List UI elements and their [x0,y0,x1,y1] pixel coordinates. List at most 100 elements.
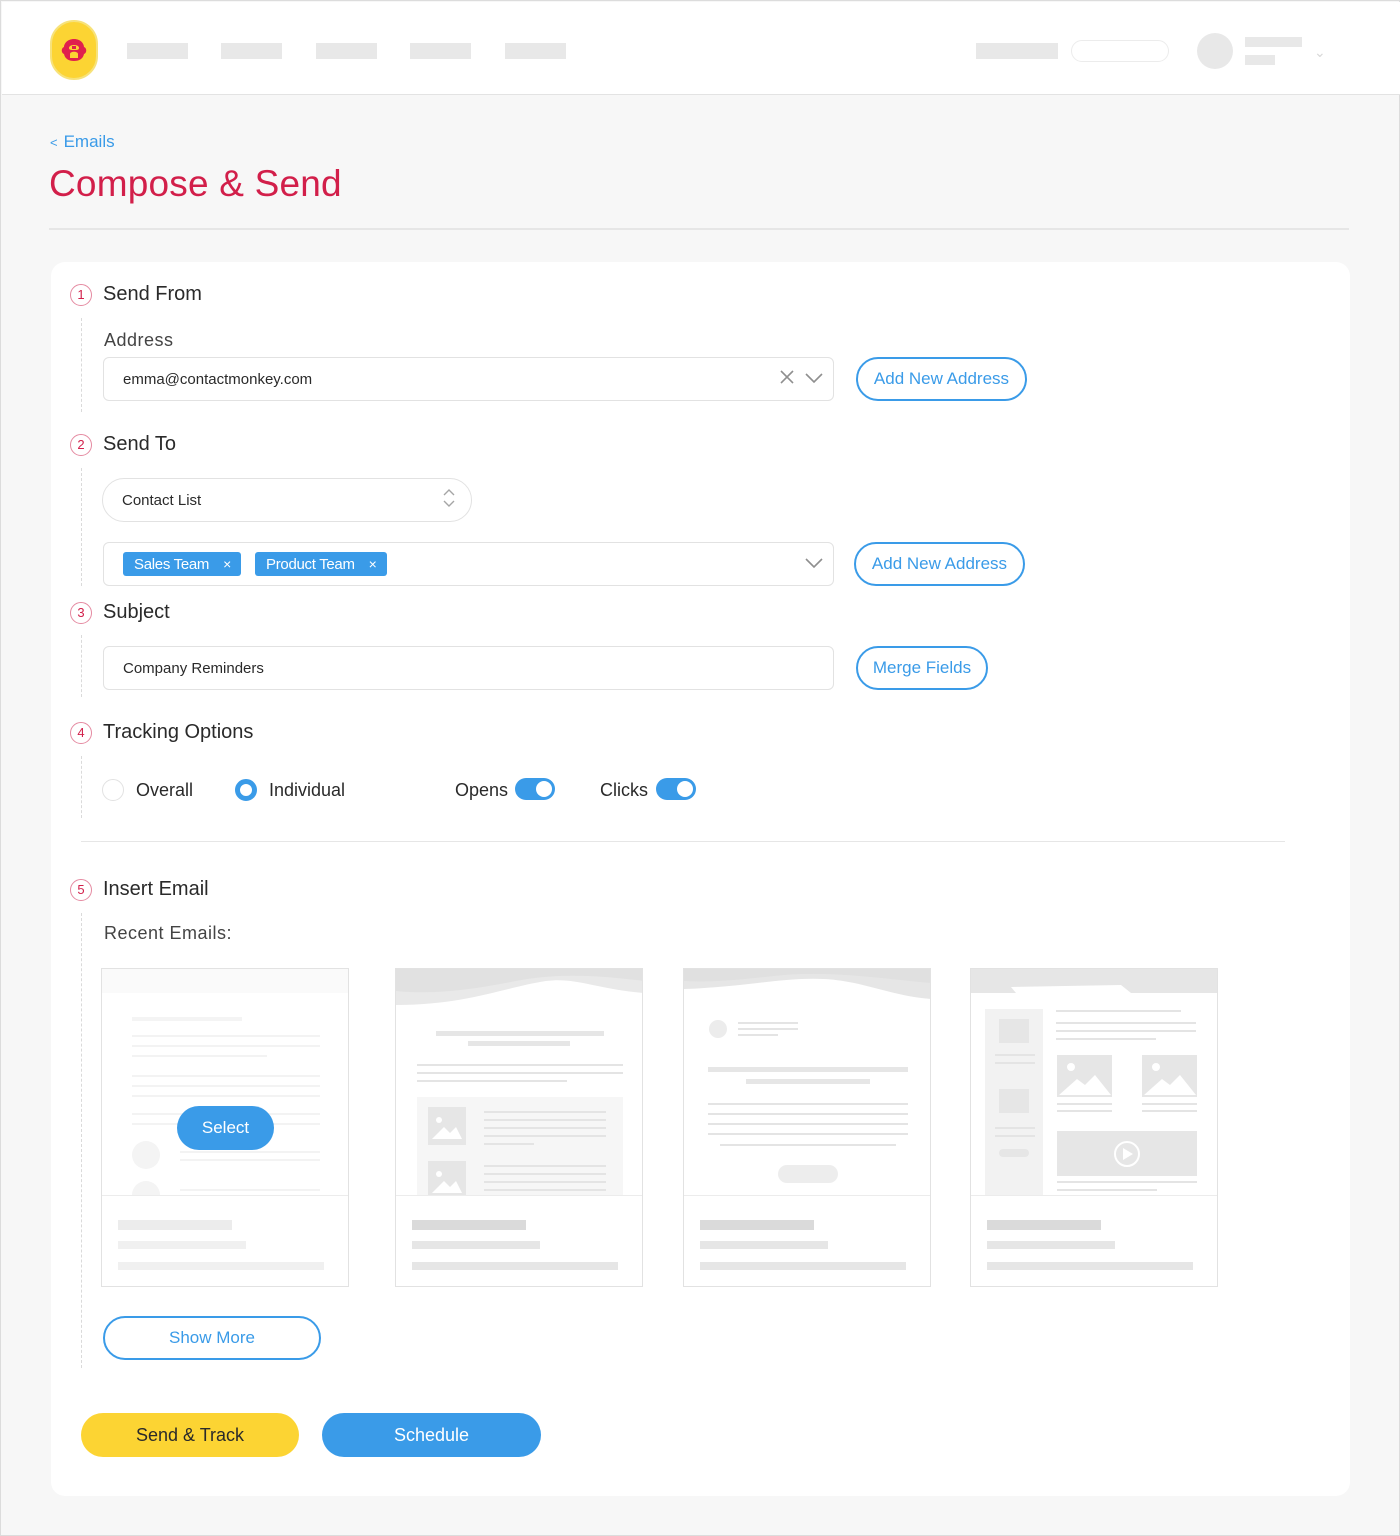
preview-line [995,1062,1035,1064]
nav-item-placeholder[interactable] [127,43,188,59]
preview-line [1057,1110,1112,1112]
show-more-button[interactable]: Show More [103,1316,321,1360]
send-and-track-button[interactable]: Send & Track [81,1413,299,1457]
step-connector [81,756,82,818]
chevron-down-icon[interactable] [805,556,823,573]
recipient-tag-label: Sales Team [134,555,210,573]
preview-line [484,1119,606,1121]
nav-item-placeholder[interactable] [505,43,566,59]
tracking-overall-label: Overall [136,780,194,800]
play-icon [1114,1141,1140,1167]
preview-line [417,1080,567,1082]
chevron-down-icon[interactable]: ⌄ [1314,44,1326,61]
footer-title-placeholder [412,1220,526,1230]
compose-card: 1 Send From Address emma@contactmonkey.c… [51,262,1350,1496]
footer-meta-placeholder [118,1241,246,1249]
breadcrumb-label: Emails [63,132,115,151]
section-title-tracking: Tracking Options [103,721,254,743]
subject-input[interactable]: Company Reminders [103,646,834,690]
header-wave-graphic [971,969,1217,993]
clicks-toggle-label: Clicks [600,780,648,800]
footer-meta-placeholder [118,1262,324,1270]
thumbnail-footer [396,1195,642,1286]
preview-line [738,1022,798,1024]
nav-item-placeholder[interactable] [410,43,471,59]
preview-line [738,1028,798,1030]
preview-line [1057,1181,1197,1183]
opens-toggle[interactable] [515,778,555,800]
header-wave-graphic [684,969,930,999]
hover-overlay [102,969,348,1195]
preview-line [1056,1030,1196,1032]
preview-avatar [709,1020,727,1038]
email-template-thumbnail[interactable]: Select [101,968,349,1287]
thumbnail-footer [102,1195,348,1286]
monkey-logo-icon[interactable] [50,20,98,80]
email-template-thumbnail[interactable] [970,968,1218,1287]
email-template-thumbnail[interactable] [683,968,931,1287]
preview-line [1142,1103,1197,1105]
preview-line [1056,1038,1156,1040]
from-address-value: emma@contactmonkey.com [123,370,313,388]
preview-line [1142,1110,1197,1112]
image-placeholder-icon [999,1019,1029,1043]
preview-line [1056,1010,1181,1012]
recipient-tag-label: Product Team [266,555,355,573]
user-name-placeholder [1245,37,1302,47]
toggle-knob [677,781,693,797]
chevron-left-icon: < [50,135,58,150]
step-number-badge: 1 [70,284,92,306]
remove-tag-icon[interactable]: × [223,556,231,572]
footer-title-placeholder [700,1220,814,1230]
select-template-button[interactable]: Select [177,1106,274,1150]
email-template-thumbnail[interactable] [395,968,643,1287]
footer-meta-placeholder [412,1262,618,1270]
user-role-placeholder [1245,55,1275,65]
recipient-type-select[interactable]: Contact List [102,478,472,522]
remove-tag-icon[interactable]: × [369,556,377,572]
chevron-down-icon[interactable] [805,371,823,388]
section-title-subject: Subject [103,601,170,623]
nav-item-placeholder[interactable] [221,43,282,59]
schedule-button[interactable]: Schedule [322,1413,541,1457]
toggle-knob [536,781,552,797]
nav-item-placeholder[interactable] [316,43,377,59]
preview-line [484,1173,606,1175]
add-new-address-button[interactable]: Add New Address [856,357,1027,401]
avatar[interactable] [1197,33,1233,69]
preview-line [1057,1189,1157,1191]
preview-line [417,1064,623,1066]
step-number-badge: 3 [70,602,92,624]
page-title: Compose & Send [49,163,342,204]
add-new-recipient-button[interactable]: Add New Address [854,542,1025,586]
footer-title-placeholder [118,1220,232,1230]
header-link-placeholder[interactable] [976,43,1058,59]
clicks-toggle[interactable] [656,778,696,800]
close-icon[interactable] [779,369,795,389]
thumbnail-preview: Select [102,969,348,1195]
preview-line [708,1123,908,1125]
preview-line [708,1113,908,1115]
thumbnail-preview [396,969,642,1195]
recent-emails-label: Recent Emails: [104,923,233,943]
recipients-multiselect[interactable]: Sales Team × Product Team × [103,542,834,586]
thumbnail-footer [684,1195,930,1286]
image-placeholder-icon [428,1161,466,1195]
header-search-placeholder[interactable] [1071,40,1169,62]
preview-line [995,1054,1035,1056]
footer-meta-placeholder [987,1241,1115,1249]
step-number-badge: 2 [70,434,92,456]
preview-button [778,1165,838,1183]
tracking-individual-radio[interactable] [235,779,257,801]
tracking-overall-radio[interactable] [102,779,124,801]
breadcrumb-emails-link[interactable]: < Emails [50,132,115,152]
merge-fields-button[interactable]: Merge Fields [856,646,988,690]
preview-line [1056,1022,1196,1024]
image-placeholder-icon [999,1089,1029,1113]
preview-line [484,1189,606,1191]
from-address-select[interactable]: emma@contactmonkey.com [103,357,834,401]
image-placeholder-icon [428,1107,466,1145]
preview-heading [746,1079,870,1084]
footer-meta-placeholder [412,1241,540,1249]
preview-heading [436,1031,604,1036]
